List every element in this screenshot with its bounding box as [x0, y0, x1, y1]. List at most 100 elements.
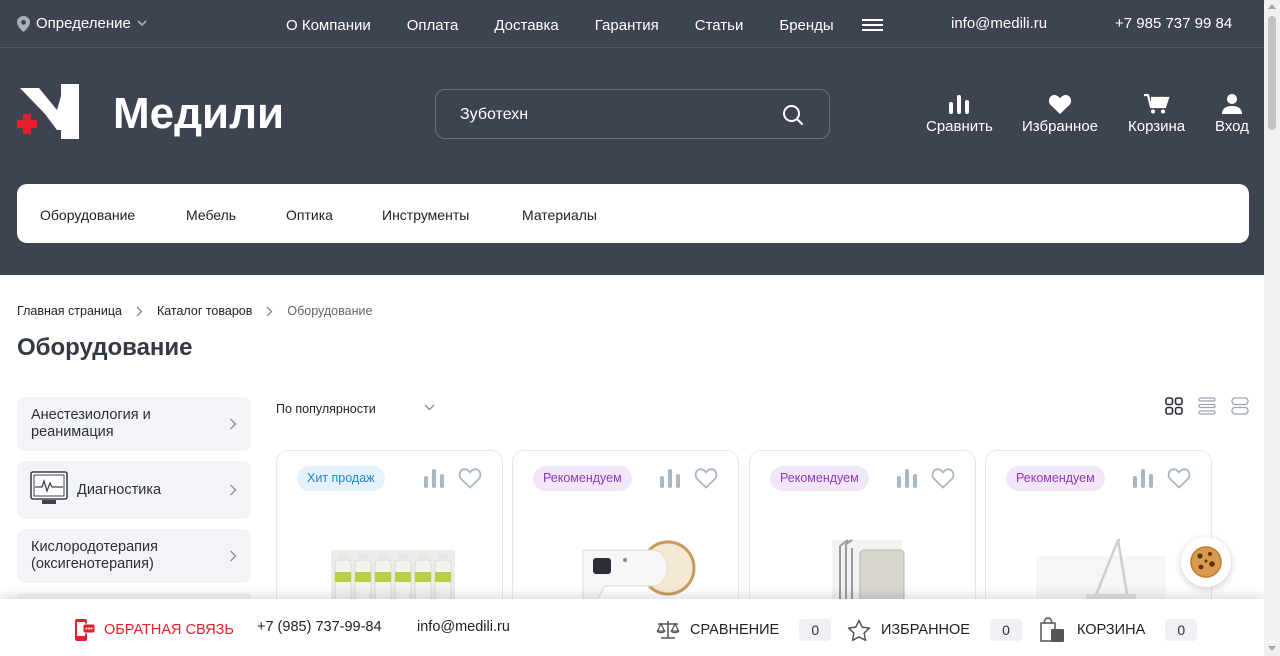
catalog-nav-item-equipment[interactable]: Оборудование: [40, 207, 135, 223]
chevron-right-icon: [136, 306, 143, 316]
cart-icon: [1143, 94, 1170, 114]
sort-select[interactable]: По популярности: [276, 402, 376, 416]
compare-count-badge: 0: [799, 619, 832, 641]
compact-view-icon[interactable]: [1231, 397, 1249, 415]
search-box[interactable]: [435, 89, 830, 139]
chevron-down-icon: [137, 20, 147, 27]
cart-count-badge: 0: [1165, 619, 1198, 641]
catalog-nav-item-materials[interactable]: Материалы: [522, 207, 597, 223]
scroll-down-arrow[interactable]: [1268, 646, 1276, 651]
heart-outline-icon[interactable]: [458, 467, 482, 489]
monitor-ecg-icon: [30, 471, 68, 504]
breadcrumb: Главная страница Каталог товаров Оборудо…: [17, 304, 372, 318]
site-logo[interactable]: Медили: [17, 84, 284, 140]
breadcrumb-current: Оборудование: [287, 304, 373, 318]
top-phone-link[interactable]: +7 985 737 99 84: [1115, 15, 1232, 32]
logo-mark-icon: [17, 84, 79, 139]
heart-outline-icon[interactable]: [694, 467, 718, 489]
site-header: Определение О Компании Оплата Доставка Г…: [0, 0, 1264, 275]
bottom-favorites-label: ИЗБРАННОЕ: [881, 622, 970, 638]
scroll-up-arrow[interactable]: [1268, 4, 1276, 9]
header-cart[interactable]: Корзина: [1128, 94, 1185, 135]
heart-outline-icon[interactable]: [931, 467, 955, 489]
favorites-count-badge: 0: [989, 619, 1022, 641]
header-login[interactable]: Вход: [1215, 94, 1249, 135]
chevron-down-icon[interactable]: [424, 404, 435, 411]
chevron-right-icon: [266, 306, 273, 316]
bottom-email-label: info@medili.ru: [417, 619, 510, 635]
sidebar-item-anesthesiology[interactable]: Анестезиология и реанимация: [17, 397, 251, 451]
bottom-email-link[interactable]: info@medili.ru: [417, 619, 510, 635]
badge-hit: Хит продаж: [297, 466, 385, 491]
bottom-bar: ОБРАТНАЯ СВЯЗЬ +7 (985) 737-99-84 info@m…: [0, 599, 1264, 656]
cookie-consent-button[interactable]: [1181, 537, 1231, 587]
product-image: [1036, 538, 1166, 606]
catalog-nav-item-optics[interactable]: Оптика: [286, 207, 333, 223]
top-nav-item-payment[interactable]: Оплата: [407, 17, 459, 34]
chevron-right-icon: [230, 484, 237, 496]
page-scrollbar[interactable]: [1264, 0, 1280, 656]
bottom-cart-label: КОРЗИНА: [1077, 622, 1146, 638]
breadcrumb-catalog[interactable]: Каталог товаров: [157, 304, 252, 318]
top-bar: Определение О Компании Оплата Доставка Г…: [0, 0, 1264, 48]
grid-view-icon[interactable]: [1165, 397, 1183, 415]
search-input[interactable]: [460, 104, 780, 126]
feedback-label: ОБРАТНАЯ СВЯЗЬ: [104, 622, 234, 638]
breadcrumb-home[interactable]: Главная страница: [17, 304, 122, 318]
bottom-favorites-button[interactable]: ИЗБРАННОЕ 0: [847, 619, 1022, 641]
chevron-right-icon: [230, 418, 237, 430]
search-icon[interactable]: [782, 104, 804, 126]
sidebar-item-label: Кислородотерапия (оксигенотерапия): [31, 539, 158, 572]
bottom-phone-link[interactable]: +7 (985) 737-99-84: [257, 619, 382, 635]
header-favorites-label: Избранное: [1022, 118, 1099, 135]
sidebar-item-oxygen-therapy[interactable]: Кислородотерапия (оксигенотерапия): [17, 529, 251, 583]
top-nav-item-warranty[interactable]: Гарантия: [595, 17, 659, 34]
product-image: [331, 550, 455, 606]
logo-text: Медили: [113, 89, 285, 138]
feedback-button[interactable]: ОБРАТНАЯ СВЯЗЬ: [74, 618, 234, 642]
top-nav-item-delivery[interactable]: Доставка: [494, 17, 558, 34]
bottom-compare-label: СРАВНЕНИЕ: [690, 622, 780, 638]
compare-icon[interactable]: [1132, 468, 1154, 488]
heart-icon: [1048, 95, 1072, 114]
catalog-nav-item-instruments[interactable]: Инструменты: [382, 207, 469, 223]
bottom-phone-label: +7 (985) 737-99-84: [257, 619, 382, 635]
header-cart-label: Корзина: [1128, 118, 1186, 135]
location-pin-icon: [17, 15, 30, 32]
more-menu-icon[interactable]: [862, 19, 883, 31]
compare-icon[interactable]: [659, 468, 681, 488]
compare-icon[interactable]: [423, 468, 445, 488]
product-image: [832, 539, 905, 606]
bottom-cart-button[interactable]: КОРЗИНА 0: [1038, 617, 1198, 643]
chevron-right-icon: [230, 550, 237, 562]
list-view-icon[interactable]: [1198, 397, 1216, 415]
header-compare-label: Сравнить: [926, 118, 993, 135]
cookie-icon: [1190, 546, 1222, 578]
top-email-link[interactable]: info@medili.ru: [951, 15, 1047, 32]
location-label: Определение: [36, 15, 131, 32]
badge-recommended: Рекомендуем: [533, 466, 632, 491]
sidebar-item-label: Диагностика: [77, 482, 162, 498]
sidebar-item-diagnostics[interactable]: Диагностика: [17, 461, 251, 519]
heart-outline-icon[interactable]: [1167, 467, 1191, 489]
header-login-label: Вход: [1215, 118, 1249, 135]
catalog-nav: Оборудование Мебель Оптика Инструменты М…: [17, 184, 1249, 243]
header-compare[interactable]: Сравнить: [926, 94, 993, 135]
user-icon: [1221, 94, 1242, 114]
top-nav-item-brands[interactable]: Бренды: [779, 17, 833, 34]
location-selector[interactable]: Определение: [17, 15, 147, 32]
star-icon: [847, 619, 871, 641]
sidebar-item-label: Анестезиология и реанимация: [31, 407, 151, 440]
product-image: [582, 540, 696, 601]
feedback-phone-icon: [75, 619, 96, 641]
top-nav: О Компании Оплата Доставка Гарантия Стат…: [286, 17, 870, 34]
badge-recommended: Рекомендуем: [770, 466, 869, 491]
bottom-compare-button[interactable]: СРАВНЕНИЕ 0: [656, 619, 832, 641]
header-favorites[interactable]: Избранное: [1022, 94, 1098, 135]
top-nav-item-articles[interactable]: Статьи: [695, 17, 744, 34]
scrollbar-thumb[interactable]: [1268, 16, 1276, 130]
top-nav-item-about[interactable]: О Компании: [286, 17, 371, 34]
scales-icon: [656, 621, 680, 639]
catalog-nav-item-furniture[interactable]: Мебель: [186, 207, 236, 223]
compare-icon[interactable]: [896, 468, 918, 488]
